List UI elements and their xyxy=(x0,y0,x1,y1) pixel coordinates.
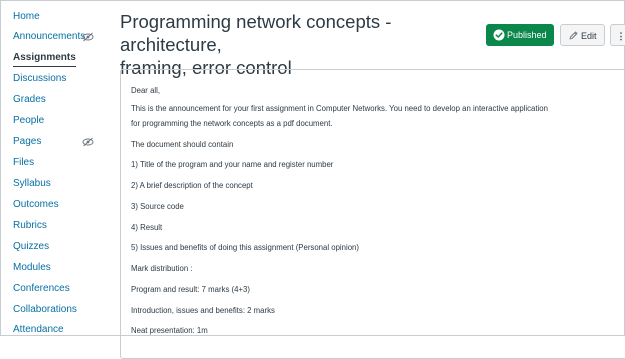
body-line: This is the announcement for your first … xyxy=(131,103,548,115)
nav-item-quizzes[interactable]: Quizzes xyxy=(13,239,95,255)
body-line: Program and result: 7 marks (4+3) xyxy=(131,284,250,296)
edit-label: Edit xyxy=(581,31,597,41)
nav-item-collaborations[interactable]: Collaborations xyxy=(13,302,95,318)
nav-item-announcements[interactable]: Announcements xyxy=(13,29,95,45)
nav-item-assignments[interactable]: Assignments xyxy=(13,50,95,66)
nav-label: Quizzes xyxy=(13,239,49,255)
nav-label: People xyxy=(13,113,44,129)
nav-label: Outcomes xyxy=(13,197,59,213)
body-line: Neat presentation: 1m xyxy=(131,325,208,337)
nav-item-grades[interactable]: Grades xyxy=(13,92,95,108)
nav-item-home[interactable]: Home xyxy=(13,9,95,25)
nav-item-pages[interactable]: Pages xyxy=(13,134,95,150)
nav-item-modules[interactable]: Modules xyxy=(13,260,95,276)
nav-label: Assignments xyxy=(13,50,76,67)
nav-label: Grades xyxy=(13,92,46,108)
nav-item-rubrics[interactable]: Rubrics xyxy=(13,218,95,234)
pencil-icon xyxy=(568,30,579,41)
nav-label: Announcements xyxy=(13,29,85,45)
nav-label: Rubrics xyxy=(13,218,47,234)
nav-item-outcomes[interactable]: Outcomes xyxy=(13,197,95,213)
body-line: 1) Title of the program and your name an… xyxy=(131,159,333,171)
body-line: The document should contain xyxy=(131,139,233,151)
check-circle-icon xyxy=(493,29,505,41)
body-line: Introduction, issues and benefits: 2 mar… xyxy=(131,305,275,317)
body-line: 4) Result xyxy=(131,222,162,234)
body-line: for programming the network concepts as … xyxy=(131,118,333,130)
published-label: Published xyxy=(507,30,547,40)
body-line: 5) Issues and benefits of doing this ass… xyxy=(131,242,359,254)
body-line: 3) Source code xyxy=(131,201,184,213)
nav-label: Home xyxy=(13,9,40,25)
nav-label: Modules xyxy=(13,260,51,276)
published-button[interactable]: Published xyxy=(486,24,554,46)
body-line: Mark distribution : xyxy=(131,263,193,275)
kebab-menu-icon: ⋮ xyxy=(617,31,625,41)
nav-label: Conferences xyxy=(13,281,70,297)
more-options-button[interactable]: ⋮ xyxy=(610,24,625,46)
nav-label: Discussions xyxy=(13,71,66,87)
nav-item-people[interactable]: People xyxy=(13,113,95,129)
nav-label: Pages xyxy=(13,134,41,150)
nav-item-discussions[interactable]: Discussions xyxy=(13,71,95,87)
nav-item-syllabus[interactable]: Syllabus xyxy=(13,176,95,192)
nav-label: Collaborations xyxy=(13,302,77,318)
eye-slash-icon xyxy=(81,134,95,150)
nav-item-files[interactable]: Files xyxy=(13,155,95,171)
eye-slash-icon xyxy=(81,29,95,45)
body-line: Dear all, xyxy=(131,85,160,97)
nav-item-conferences[interactable]: Conferences xyxy=(13,281,95,297)
nav-label: Files xyxy=(13,155,34,171)
title-line: Programming network concepts - architect… xyxy=(120,11,391,55)
nav-label: Syllabus xyxy=(13,176,51,192)
edit-button[interactable]: Edit xyxy=(560,24,605,46)
course-navigation: Home Announcements Assignments Discussio… xyxy=(0,0,100,336)
body-line: 2) A brief description of the concept xyxy=(131,180,253,192)
